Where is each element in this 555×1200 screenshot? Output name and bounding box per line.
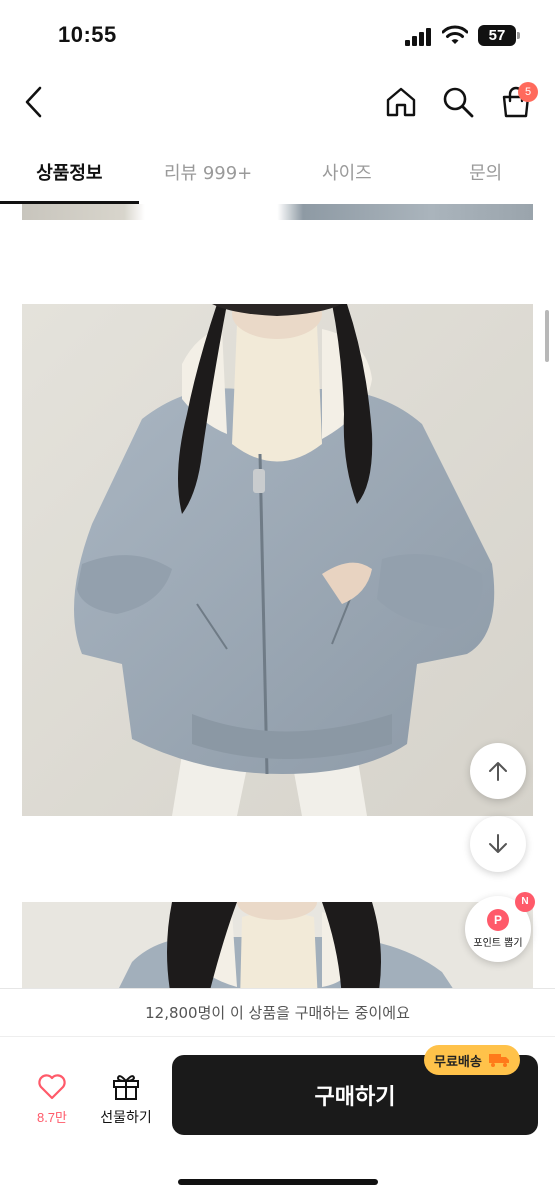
bottom-action-bar: 8.7만 선물하기 구매하기 무료배송 xyxy=(0,1036,555,1200)
home-indicator xyxy=(178,1179,378,1185)
heart-icon xyxy=(38,1074,66,1100)
gift-button[interactable]: 선물하기 xyxy=(92,1069,160,1129)
arrow-up-icon xyxy=(489,762,507,781)
product-tabs: 상품정보 리뷰 999+ 사이즈 문의 xyxy=(0,140,555,204)
free-shipping-badge: 무료배송 xyxy=(424,1045,520,1075)
status-time: 10:55 xyxy=(58,22,117,47)
buyers-banner-text: 12,800명이 이 상품을 구매하는 중이에요 xyxy=(145,1004,410,1022)
status-bar: 10:55 57 xyxy=(0,0,555,70)
battery-icon: 57 xyxy=(478,25,520,46)
gift-icon xyxy=(113,1075,139,1100)
gift-label: 선물하기 xyxy=(100,1110,152,1126)
app-header: 5 xyxy=(0,70,555,134)
product-image xyxy=(22,304,533,816)
cellular-signal-icon xyxy=(405,28,433,46)
cart-button[interactable]: 5 xyxy=(494,80,538,124)
home-icon xyxy=(386,87,416,117)
chevron-left-icon xyxy=(25,86,42,118)
tab-size[interactable]: 사이즈 xyxy=(278,140,417,204)
new-badge: N xyxy=(515,892,535,912)
home-button[interactable] xyxy=(379,80,423,124)
search-button[interactable] xyxy=(436,80,480,124)
scroll-to-top-button[interactable] xyxy=(470,743,526,799)
like-count: 8.7만 xyxy=(36,1110,68,1125)
point-icon: P xyxy=(487,909,509,931)
scroll-indicator[interactable] xyxy=(545,310,549,362)
cart-count-badge: 5 xyxy=(518,82,538,102)
free-shipping-label: 무료배송 xyxy=(434,1054,482,1070)
search-icon xyxy=(443,87,474,118)
truck-icon xyxy=(488,1054,509,1067)
wifi-icon xyxy=(441,24,469,46)
scroll-down-button[interactable] xyxy=(470,816,526,872)
tab-reviews[interactable]: 리뷰 999+ xyxy=(139,140,278,204)
like-button[interactable]: 8.7만 xyxy=(22,1069,82,1129)
previous-product-image xyxy=(22,204,533,220)
tab-inquiry[interactable]: 문의 xyxy=(416,140,555,204)
buy-button-label: 구매하기 xyxy=(314,1085,396,1110)
back-button[interactable] xyxy=(12,80,56,124)
point-draw-label: 포인트 뽑기 xyxy=(473,938,523,949)
product-detail-content[interactable] xyxy=(0,204,555,988)
product-image-2 xyxy=(22,902,533,988)
buyers-banner: 12,800명이 이 상품을 구매하는 중이에요 xyxy=(0,988,555,1036)
tab-product-info[interactable]: 상품정보 xyxy=(0,140,139,204)
arrow-down-icon xyxy=(489,834,507,853)
